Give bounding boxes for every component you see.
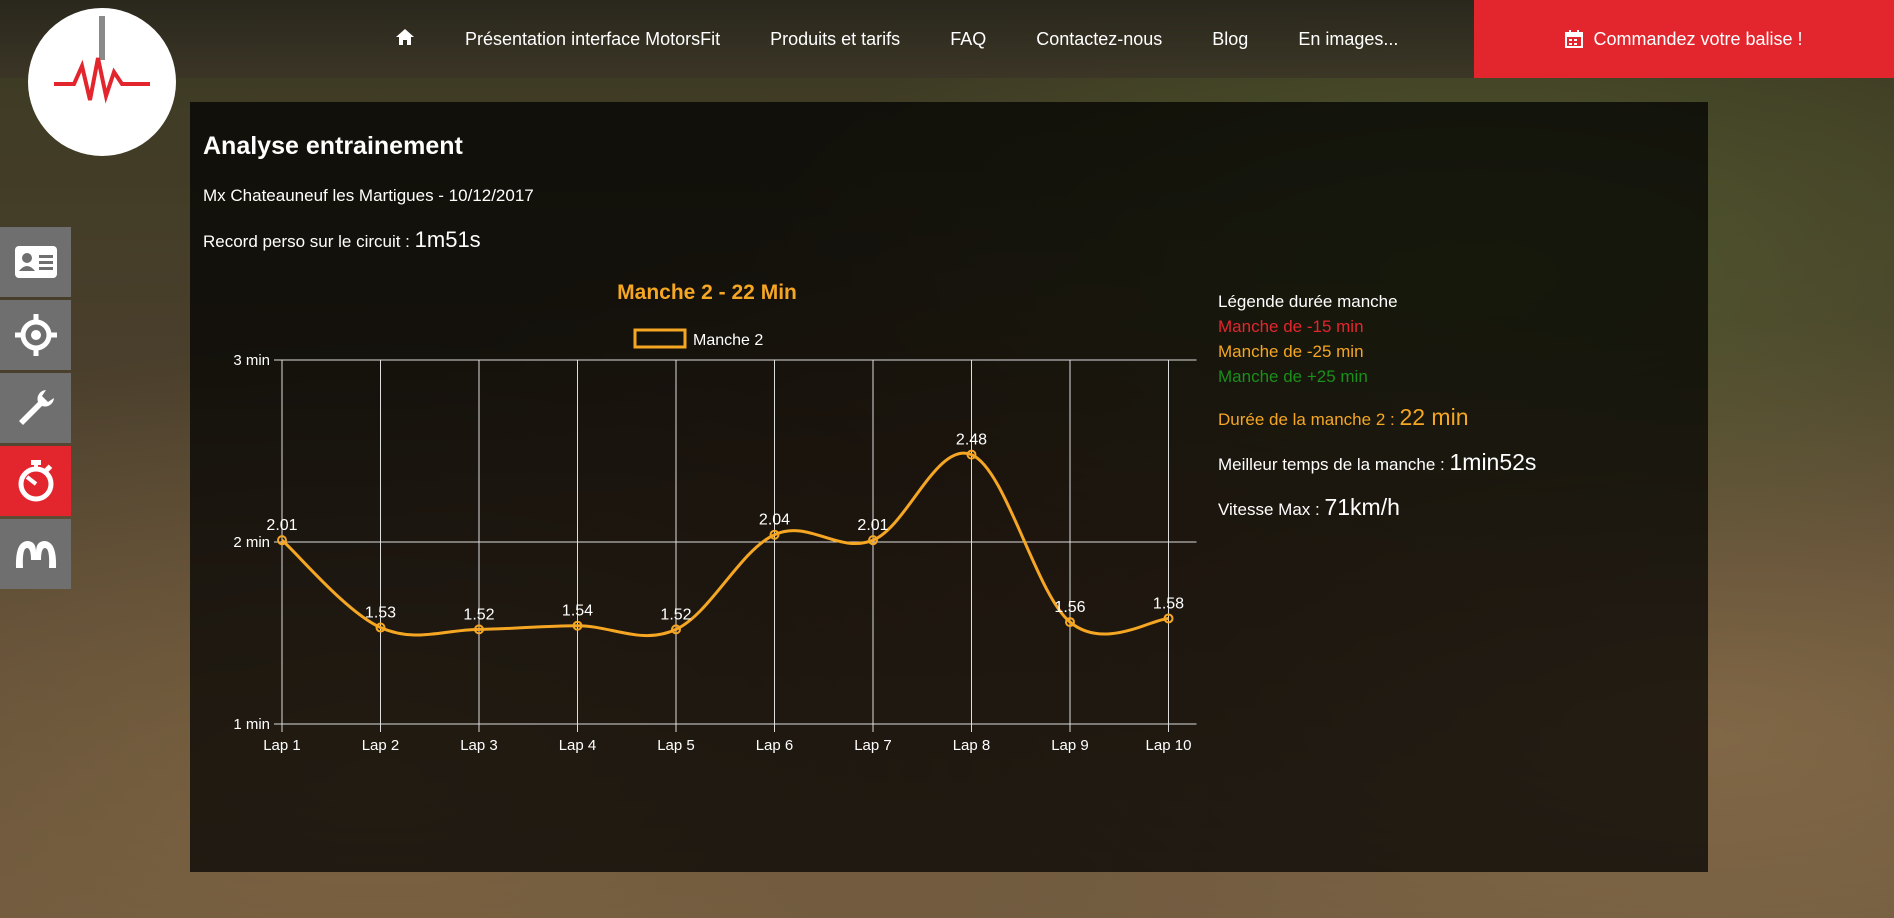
order-beacon-label: Commandez votre balise ! <box>1593 28 1803 49</box>
nav-produits[interactable]: Produits et tarifs <box>770 29 900 50</box>
legend-title: Légende durée manche <box>1218 292 1398 311</box>
nav-presentation[interactable]: Présentation interface MotorsFit <box>465 29 720 50</box>
track-icon <box>15 541 56 568</box>
data-label: 2.01 <box>266 517 297 534</box>
nav-blog[interactable]: Blog <box>1212 29 1248 50</box>
data-label: 1.52 <box>660 606 691 623</box>
motorsfit-logo[interactable]: Motors Fit <box>28 8 176 156</box>
chart-legend-label: Manche 2 <box>693 332 763 349</box>
sidebar-item-settings[interactable] <box>0 373 71 443</box>
lap-times-chart: 1 min 2 min 3 min Lap 1 Lap 2 Lap 3 Lap 4 Lap 5… <box>233 281 1197 754</box>
legend-item-short: Manche de -15 min <box>1218 317 1364 336</box>
x-tick-label: Lap 5 <box>657 737 695 754</box>
max-speed-label: Vitesse Max : <box>1218 500 1325 519</box>
best-lap-value: 1min52s <box>1449 449 1537 475</box>
sidebar-item-chrono[interactable] <box>0 446 71 516</box>
data-label: 2.48 <box>956 432 987 449</box>
id-card-icon <box>14 246 57 278</box>
wrench-icon <box>18 390 54 425</box>
target-icon <box>14 314 57 356</box>
max-speed-value: 71km/h <box>1324 494 1400 520</box>
order-beacon-button[interactable]: Commandez votre balise ! <box>1474 0 1894 78</box>
home-icon[interactable] <box>395 28 415 51</box>
data-label: 1.52 <box>463 606 494 623</box>
x-tick-label: Lap 6 <box>756 737 794 754</box>
data-label: 1.53 <box>365 605 396 622</box>
x-tick-label: Lap 9 <box>1051 737 1089 754</box>
nav-images[interactable]: En images... <box>1298 29 1398 50</box>
x-tick-label: Lap 2 <box>362 737 400 754</box>
data-label: 1.54 <box>562 603 593 620</box>
x-tick-label: Lap 1 <box>263 737 301 754</box>
data-label: 2.04 <box>759 512 790 529</box>
nav-contact[interactable]: Contactez-nous <box>1036 29 1162 50</box>
y-tick-label: 3 min <box>233 352 270 369</box>
chart-title: Manche 2 - 22 Min <box>617 281 797 304</box>
heat-duration-value: 22 min <box>1399 404 1469 430</box>
series-line-manche-2 <box>281 451 1169 638</box>
sidebar-item-target[interactable] <box>0 300 71 370</box>
side-toolbar <box>0 227 71 592</box>
y-tick-label: 2 min <box>233 534 270 551</box>
nav-faq[interactable]: FAQ <box>950 29 986 50</box>
heat-duration: Durée de la manche 2 : 22 min <box>1218 404 1469 431</box>
sidebar-item-profile[interactable] <box>0 227 71 297</box>
x-tick-label: Lap 3 <box>460 737 498 754</box>
best-lap: Meilleur temps de la manche : 1min52s <box>1218 449 1536 476</box>
logo-text: Motors Fit <box>55 110 133 127</box>
heat-duration-label: Durée de la manche 2 : <box>1218 410 1400 429</box>
duration-legend: Légende durée manche Manche de -15 min M… <box>1218 289 1398 389</box>
power-icon <box>54 14 150 104</box>
x-tick-label: Lap 10 <box>1146 737 1192 754</box>
data-label: 1.56 <box>1054 599 1085 616</box>
data-label: 2.01 <box>857 517 888 534</box>
max-speed: Vitesse Max : 71km/h <box>1218 494 1400 521</box>
stopwatch-icon <box>18 460 53 502</box>
calendar-icon <box>1565 30 1584 48</box>
x-tick-label: Lap 8 <box>953 737 991 754</box>
chart-legend-swatch <box>633 328 687 349</box>
training-analysis-panel: Analyse entrainement Mx Chateauneuf les … <box>190 102 1708 872</box>
x-tick-label: Lap 4 <box>559 737 597 754</box>
x-tick-label: Lap 7 <box>854 737 892 754</box>
sidebar-item-track[interactable] <box>0 519 71 589</box>
y-tick-label: 1 min <box>233 716 270 733</box>
main-nav: Présentation interface MotorsFit Produit… <box>395 0 1448 78</box>
legend-item-long: Manche de +25 min <box>1218 367 1368 386</box>
legend-item-medium: Manche de -25 min <box>1218 342 1364 361</box>
data-label: 1.58 <box>1153 595 1184 612</box>
best-lap-label: Meilleur temps de la manche : <box>1218 455 1450 474</box>
